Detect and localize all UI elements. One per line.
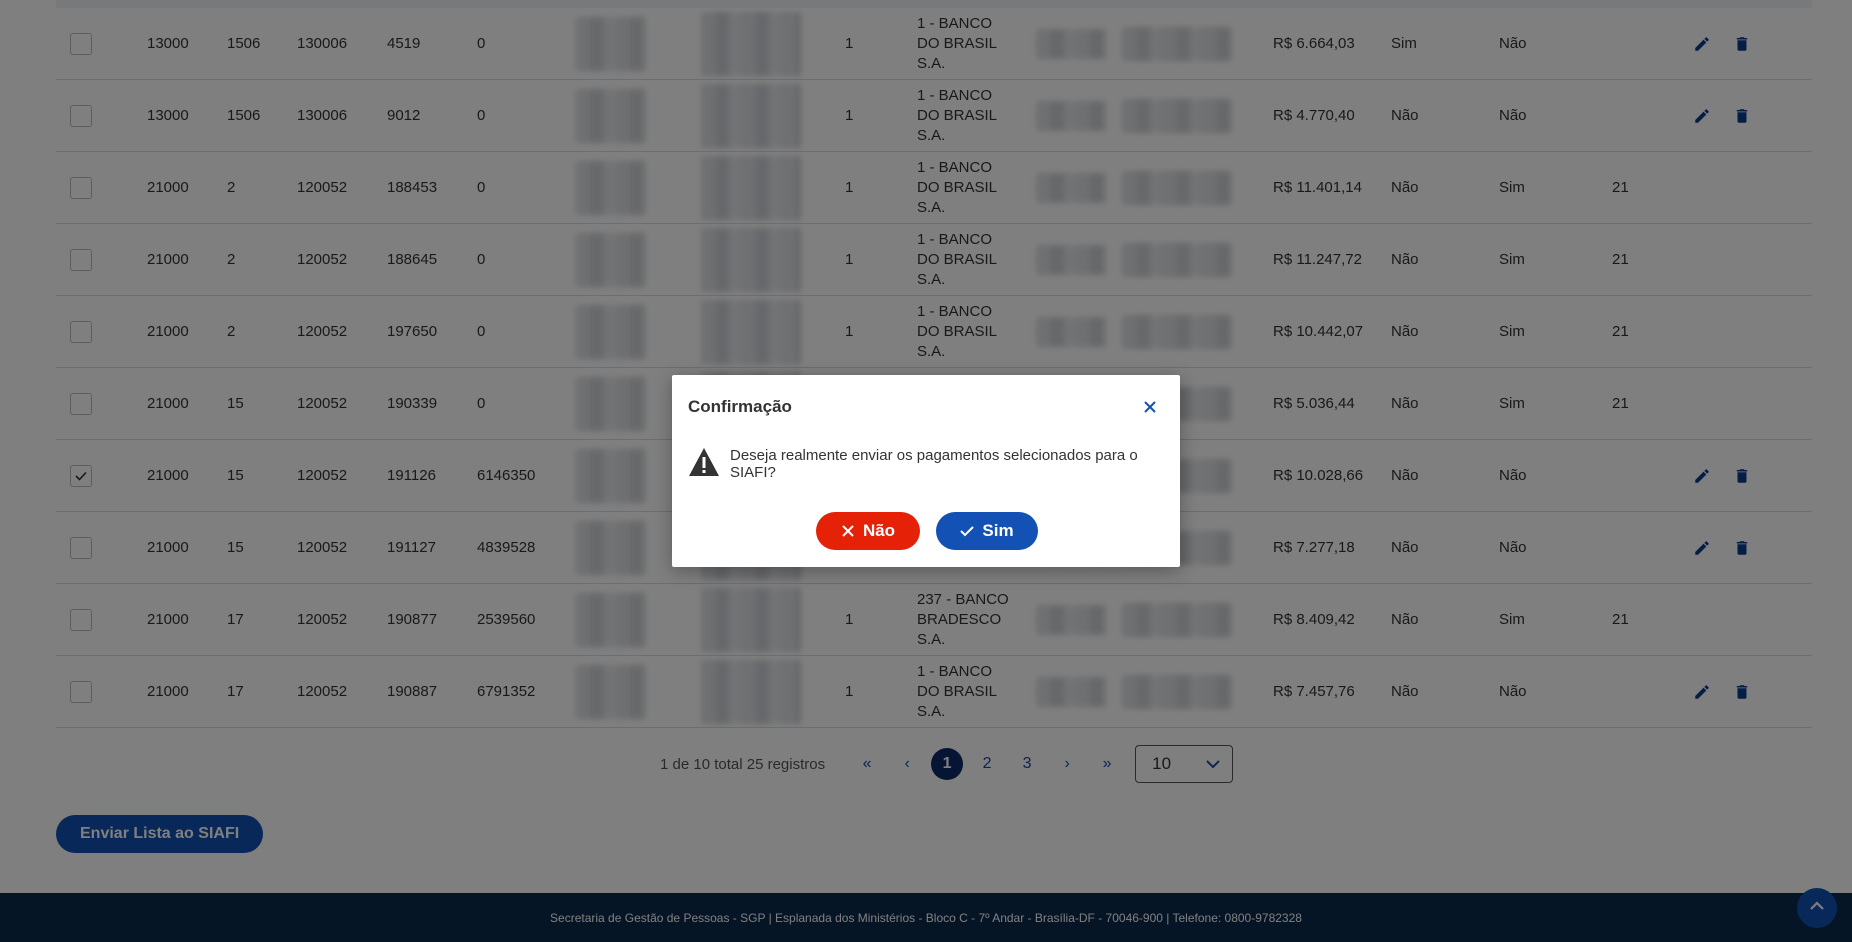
dialog-message: Deseja realmente enviar os pagamentos se… [730, 447, 1138, 481]
confirmation-dialog: Confirmação Deseja realmente enviar os p… [672, 375, 1180, 567]
dialog-title: Confirmação [688, 397, 792, 416]
yes-button-label: Sim [982, 521, 1014, 540]
close-icon[interactable] [1140, 397, 1160, 417]
close-icon [842, 525, 854, 537]
dialog-actions: Não Sim [816, 512, 1038, 550]
check-icon [960, 526, 975, 537]
no-button[interactable]: Não [816, 512, 920, 550]
no-button-label: Não [862, 521, 896, 540]
warning-icon [688, 447, 720, 481]
dialog-body: Deseja realmente enviar os pagamentos se… [688, 447, 1180, 481]
yes-button[interactable]: Sim [936, 512, 1038, 550]
